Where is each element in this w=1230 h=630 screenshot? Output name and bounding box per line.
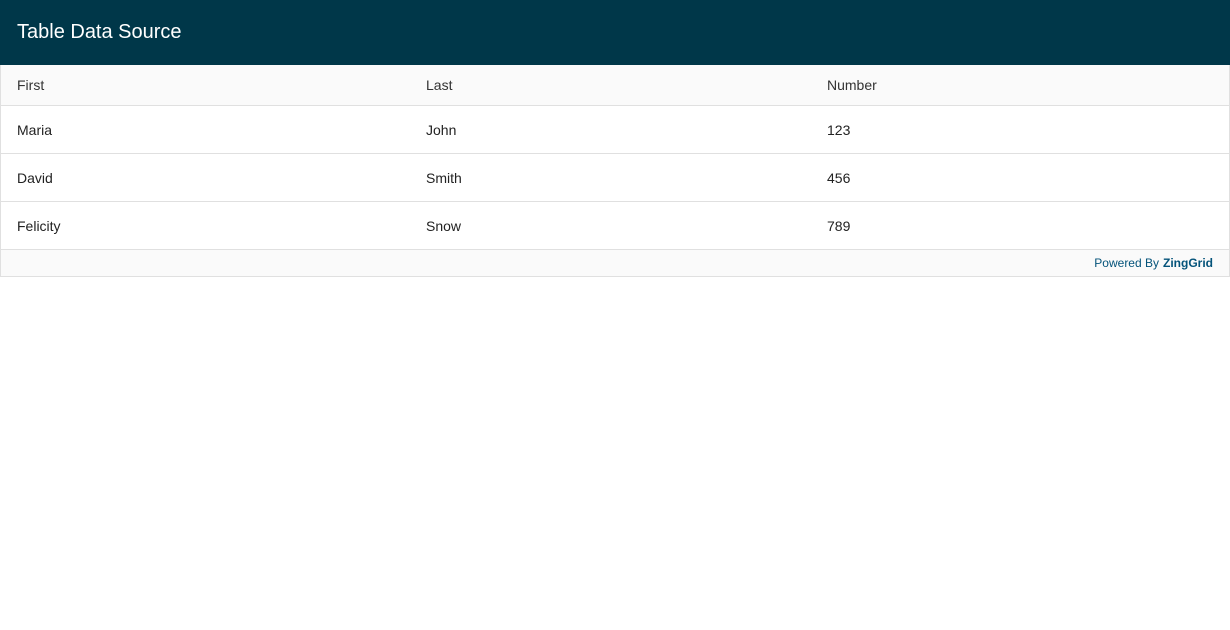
cell-first: Maria [17, 121, 53, 138]
cell-first: Felicity [17, 217, 61, 234]
cell-last: Smith [426, 169, 462, 186]
cell-last: John [426, 121, 457, 138]
grid-footer: Powered By ZingGrid [1, 250, 1229, 276]
table-row: David Smith 456 [1, 154, 1229, 202]
cell-number: 123 [827, 121, 851, 138]
cell-first: David [17, 169, 53, 186]
column-header-last[interactable]: Last [410, 77, 811, 93]
data-grid: Table Data Source First Last Number Mari… [0, 0, 1230, 277]
header-row: First Last Number [1, 65, 1229, 106]
table-row: Felicity Snow 789 [1, 202, 1229, 250]
cell-last: Snow [426, 217, 462, 234]
grid-caption: Table Data Source [0, 0, 1230, 65]
grid-title: Table Data Source [17, 21, 182, 43]
zinggrid-link[interactable]: ZingGrid [1163, 256, 1213, 270]
cell-number: 789 [827, 217, 851, 234]
cell-number: 456 [827, 169, 851, 186]
column-header-first[interactable]: First [1, 77, 410, 93]
column-header-number[interactable]: Number [811, 77, 1229, 93]
powered-by-label: Powered By [1094, 256, 1159, 270]
table-row: Maria John 123 [1, 106, 1229, 154]
